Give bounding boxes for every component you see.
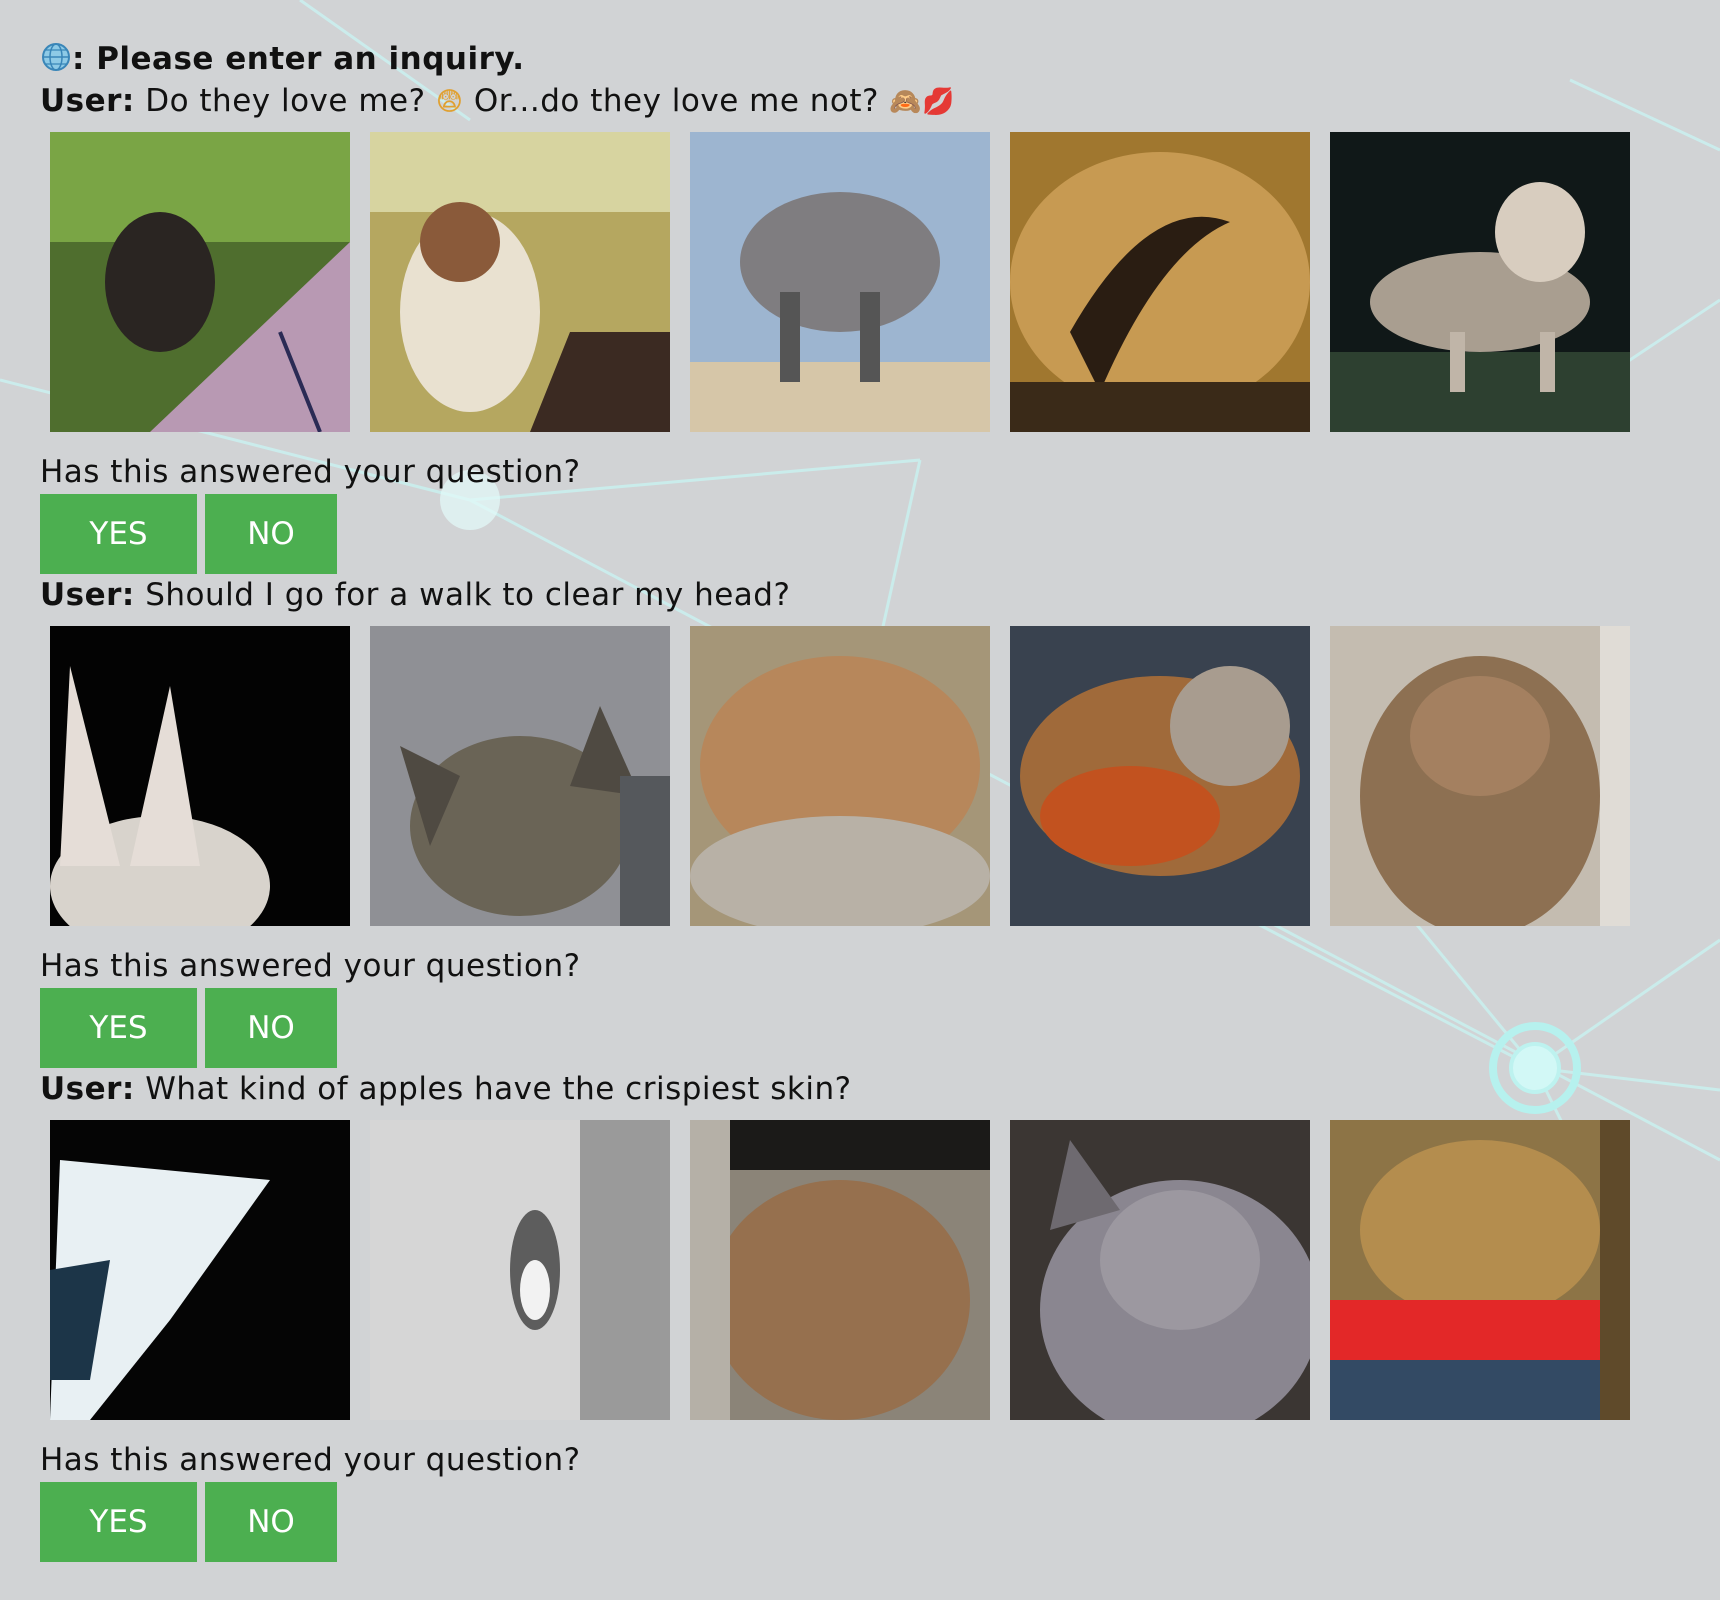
chat-page: : Please enter an inquiry. User: Do they… [40,38,1700,1562]
user-question-text-2: Or...do they love me not? [463,83,890,119]
user-question-text: Should I go for a walk to clear my head? [134,577,791,613]
no-button[interactable]: NO [205,988,337,1068]
cat-image-1 [50,1120,350,1420]
cat-image-2 [370,1120,670,1420]
chat-entry-3: User: What kind of apples have the crisp… [40,1068,1700,1562]
cat-image-2 [370,132,670,432]
user-question-text: Do they love me? [134,83,436,119]
answer-buttons: YES NO [40,494,1700,574]
yes-button[interactable]: YES [40,494,197,574]
cat-image-3 [690,626,990,926]
globe-icon [40,41,72,84]
user-question-line: User: What kind of apples have the crisp… [40,1068,1700,1110]
cat-image-5 [1330,1120,1630,1420]
kiss-mark-icon: 💋 [922,87,956,117]
chat-entry-2: User: Should I go for a walk to clear my… [40,574,1700,1068]
prompt-text: : Please enter an inquiry. [72,41,525,77]
cat-image-3 [690,132,990,432]
cat-image-4 [1010,132,1310,432]
cat-image-2 [370,626,670,926]
answered-question-label: Has this answered your question? [40,1442,581,1478]
user-question-line: User: Should I go for a walk to clear my… [40,574,1700,616]
prompt-line: : Please enter an inquiry. [40,38,1700,80]
yes-button[interactable]: YES [40,988,197,1068]
image-row [50,626,1700,926]
cat-image-5 [1330,132,1630,432]
see-no-evil-monkey-icon: 🙈 [889,87,923,117]
cat-image-4 [1010,626,1310,926]
fearful-face-icon: 😨 [435,87,464,117]
image-row [50,1120,1700,1420]
cat-image-1 [50,626,350,926]
answer-buttons: YES NO [40,988,1700,1068]
no-button[interactable]: NO [205,1482,337,1562]
yes-button[interactable]: YES [40,1482,197,1562]
image-row [50,132,1700,432]
user-question-text: What kind of apples have the crispiest s… [134,1071,852,1107]
chat-entry-1: User: Do they love me? 😨 Or...do they lo… [40,80,1700,574]
user-question-line: User: Do they love me? 😨 Or...do they lo… [40,80,1700,122]
user-label: User: [40,1071,135,1107]
answered-question-label: Has this answered your question? [40,454,581,490]
cat-image-3 [690,1120,990,1420]
cat-image-1 [50,132,350,432]
cat-image-5 [1330,626,1630,926]
no-button[interactable]: NO [205,494,337,574]
user-label: User: [40,577,135,613]
answer-buttons: YES NO [40,1482,1700,1562]
user-label: User: [40,83,135,119]
cat-image-4 [1010,1120,1310,1420]
answered-question-label: Has this answered your question? [40,948,581,984]
